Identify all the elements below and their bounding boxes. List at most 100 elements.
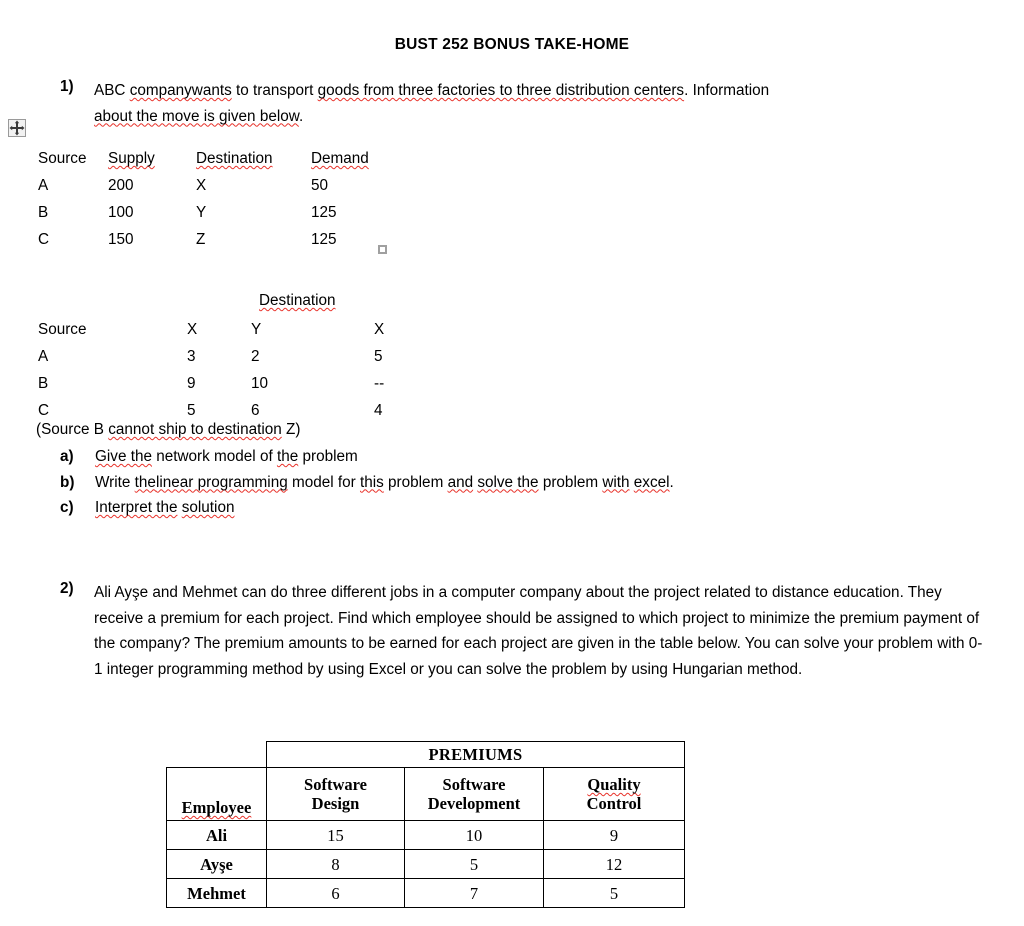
cell-cost-y: 10	[251, 375, 269, 392]
header-source: Source	[38, 321, 87, 338]
source-b-restriction-note: (Source B cannot ship to destination Z)	[36, 421, 300, 439]
q1-misspelled-phrase-1: goods from three factories to three dist…	[317, 82, 685, 99]
list-item-label: Write the linear programming model for t…	[95, 474, 674, 492]
premiums-header-software-development: Software Development	[404, 767, 544, 821]
premiums-cell-software-design: 6	[266, 878, 405, 908]
table-row: A 3 2 5	[38, 348, 414, 373]
table-row: A 200 X 50	[38, 177, 391, 202]
premiums-header-employee: Employee	[166, 767, 267, 821]
item-b-mid2: problem	[383, 473, 448, 491]
table-header-row: Source Supply Destination Demand	[38, 150, 391, 175]
list-item: c) Interpret the solution	[60, 499, 674, 525]
question-2-number: 2)	[60, 580, 74, 597]
table-row: B 100 Y 125	[38, 204, 391, 229]
supply-demand-table: Source Supply Destination Demand A 200 X…	[36, 148, 393, 258]
list-item-label: Interpret the solution	[95, 499, 234, 517]
table-row: Mehmet 6 7 5	[166, 878, 685, 908]
cell-cost-y: 2	[251, 348, 260, 365]
cell-supply: 200	[108, 177, 134, 194]
list-item-marker: c)	[60, 499, 74, 516]
cell-source: A	[38, 348, 49, 365]
premiums-title-row: PREMIUMS	[166, 741, 685, 768]
table-row: B 9 10 --	[38, 375, 414, 400]
premiums-cell-quality-control: 9	[543, 820, 685, 850]
cell-source: A	[38, 177, 49, 194]
note-prefix: (Source B	[36, 421, 109, 438]
item-a-suffix: problem	[298, 448, 358, 465]
premiums-cell-quality-control: 5	[543, 878, 685, 908]
list-item: b) Write the linear programming model fo…	[60, 474, 674, 500]
q1-misspelled-wants: wants	[191, 82, 232, 99]
premiums-row-employee: Mehmet	[166, 878, 267, 908]
premiums-row-employee: Ali	[166, 820, 267, 850]
cell-source: B	[38, 204, 49, 221]
question-1-sub-items: a) Give the network model of the problem…	[60, 448, 674, 525]
table-row: Ayşe 8 5 12	[166, 849, 685, 879]
item-c-sp1: Interpret the	[95, 499, 178, 516]
list-item-marker: a)	[60, 448, 74, 465]
premiums-table: PREMIUMS Employee Software Design Softwa…	[166, 741, 685, 908]
cell-cost-z: --	[374, 375, 385, 392]
list-item: a) Give the network model of the problem	[60, 448, 674, 474]
item-c-sp2: solution	[181, 499, 235, 516]
item-b-suffix: .	[669, 473, 674, 491]
premiums-group-title: PREMIUMS	[266, 741, 685, 768]
page-title: BUST 252 BONUS TAKE-HOME	[394, 36, 630, 53]
cell-cost-x: 9	[187, 375, 196, 392]
premiums-cell-software-development: 7	[404, 878, 544, 908]
cost-matrix-table: Source X Y X A 3 2 5 B 9 10 -- C 5 6 4	[36, 319, 416, 429]
header-dest-x: X	[187, 321, 198, 338]
q1-misspelled-phrase-2: about the move is given below	[94, 107, 299, 125]
cell-demand: 125	[311, 204, 337, 221]
q1-plain-4: .	[298, 107, 304, 125]
item-a-sp1: Give the	[95, 448, 152, 465]
q1-plain-1: ABC	[94, 82, 130, 99]
cell-cost-z: 4	[374, 402, 383, 419]
premiums-header-row: Employee Software Design Software Develo…	[166, 767, 685, 821]
premiums-header-quality-control: Quality Control	[543, 767, 685, 821]
item-b-prefix: Write	[95, 473, 135, 491]
table-row: C 150 Z 125	[38, 231, 391, 256]
item-b-sp3: this	[359, 473, 384, 491]
premiums-cell-software-development: 10	[404, 820, 544, 850]
table-row: Ali 15 10 9	[166, 820, 685, 850]
note-misspelled: cannot ship to destination	[108, 421, 282, 438]
cell-destination: X	[196, 177, 207, 194]
q1-plain-2: to transport	[231, 82, 318, 99]
cell-source: B	[38, 375, 49, 392]
cell-destination: Y	[196, 204, 207, 221]
premiums-header-software-design: Software Design	[266, 767, 405, 821]
cell-cost-x: 3	[187, 348, 196, 365]
question-2-text: Ali Ayşe and Mehmet can do three differe…	[94, 584, 983, 678]
list-item-label: Give the network model of the problem	[95, 448, 358, 466]
item-b-sp6: with	[602, 473, 630, 491]
table-move-handle-icon[interactable]	[8, 119, 26, 137]
item-a-sp2: the	[276, 448, 299, 465]
item-a-mid: network model of	[151, 448, 277, 465]
header-dest-y: Y	[251, 321, 262, 338]
header-supply: Supply	[108, 150, 155, 167]
cell-demand: 125	[311, 231, 337, 248]
item-b-mid4: problem	[538, 473, 603, 491]
cell-source: C	[38, 231, 50, 248]
q1-misspelled-company: company	[129, 82, 192, 99]
item-b-sp1: the	[134, 473, 156, 491]
cell-destination: Z	[196, 231, 206, 248]
item-b-sp5: solve the	[477, 473, 539, 491]
question-1-text: ABC company wants to transport goods fro…	[94, 78, 939, 129]
premiums-row-employee: Ayşe	[166, 849, 267, 879]
premiums-cell-quality-control: 12	[543, 849, 685, 879]
item-b-sp4: and	[447, 473, 474, 491]
list-item-marker: b)	[60, 473, 75, 491]
header-demand: Demand	[311, 150, 369, 167]
question-1-number: 1)	[60, 78, 74, 95]
cell-cost-z: 5	[374, 348, 383, 365]
header-destination: Destination	[196, 150, 273, 167]
cost-table-group-header: Destination	[259, 292, 336, 309]
header-dest-z: X	[374, 321, 385, 338]
premiums-cell-software-design: 8	[266, 849, 405, 879]
cell-supply: 150	[108, 231, 134, 248]
table-header-row: Source X Y X	[38, 321, 414, 346]
item-b-sp2: linear programming	[155, 473, 288, 491]
item-b-mid: model for	[287, 473, 360, 491]
